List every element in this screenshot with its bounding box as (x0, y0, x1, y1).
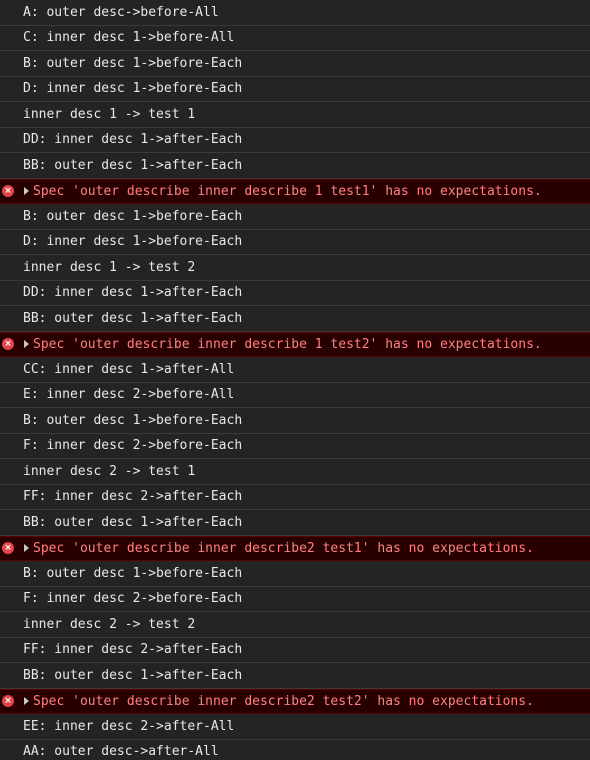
log-message-text: FF: inner desc 2->after-Each (23, 642, 243, 658)
console-log-message: BB: outer desc 1->after-Each (0, 663, 590, 689)
console-log-message: DD: inner desc 1->after-Each (0, 128, 590, 153)
expand-triangle-icon[interactable] (24, 187, 29, 196)
console-error-message[interactable]: × Spec 'outer describe inner describe 1 t… (0, 331, 590, 357)
log-message-text: inner desc 1 -> test 1 (23, 106, 196, 122)
console-log-message: inner desc 1 -> test 2 (0, 255, 590, 281)
console-log-message: inner desc 1 -> test 1 (0, 102, 590, 128)
console-log-message: A: outer desc->before-All (0, 0, 590, 26)
log-message-text: BB: outer desc 1->after-Each (23, 310, 243, 326)
console-log-message: BB: outer desc 1->after-Each (0, 153, 590, 179)
log-message-text: CC: inner desc 1->after-All (23, 361, 235, 377)
console-log-message: E: inner desc 2->before-All (0, 383, 590, 408)
error-circle-icon: × (2, 695, 14, 708)
log-message-text: C: inner desc 1->before-All (23, 30, 235, 46)
log-message-text: inner desc 1 -> test 2 (23, 259, 196, 275)
console-log-message: FF: inner desc 2->after-Each (0, 638, 590, 663)
console-log-message: D: inner desc 1->before-Each (0, 77, 590, 102)
log-message-text: A: outer desc->before-All (23, 4, 219, 20)
log-message-text: inner desc 2 -> test 1 (23, 463, 196, 479)
console-log-message: B: outer desc 1->before-Each (0, 408, 590, 434)
console-error-message[interactable]: × Spec 'outer describe inner describe2 te… (0, 688, 590, 714)
log-message-text: F: inner desc 2->before-Each (23, 591, 243, 607)
console-log-message: inner desc 2 -> test 2 (0, 612, 590, 638)
log-message-text: BB: outer desc 1->after-Each (23, 514, 243, 530)
error-message-text: Spec 'outer describe inner describe 1 te… (33, 336, 542, 352)
console-log-message: D: inner desc 1->before-Each (0, 230, 590, 255)
log-message-text: D: inner desc 1->before-Each (23, 81, 243, 97)
log-message-text: F: inner desc 2->before-Each (23, 438, 243, 454)
log-message-text: EE: inner desc 2->after-All (23, 718, 235, 734)
console-log-message: FF: inner desc 2->after-Each (0, 485, 590, 510)
console-log-message: C: inner desc 1->before-All (0, 26, 590, 51)
console-log-message: inner desc 2 -> test 1 (0, 459, 590, 485)
error-message-text: Spec 'outer describe inner describe2 tes… (33, 693, 534, 709)
console-panel: A: outer desc->before-All C: inner desc 1… (0, 0, 590, 760)
log-message-text: AA: outer desc->after-All (23, 744, 219, 760)
console-log-message: BB: outer desc 1->after-Each (0, 306, 590, 332)
console-log-message: AA: outer desc->after-All (0, 740, 590, 760)
error-message-text: Spec 'outer describe inner describe 1 te… (33, 183, 542, 199)
log-message-text: DD: inner desc 1->after-Each (23, 285, 243, 301)
error-circle-icon: × (2, 542, 14, 555)
console-error-message[interactable]: × Spec 'outer describe inner describe 1 t… (0, 178, 590, 204)
console-log-message: CC: inner desc 1->after-All (0, 357, 590, 383)
expand-triangle-icon[interactable] (24, 697, 29, 706)
log-message-text: DD: inner desc 1->after-Each (23, 132, 243, 148)
log-message-text: B: outer desc 1->before-Each (23, 412, 243, 428)
error-message-text: Spec 'outer describe inner describe2 tes… (33, 540, 534, 556)
expand-triangle-icon[interactable] (24, 340, 29, 349)
console-log-message: EE: inner desc 2->after-All (0, 714, 590, 740)
console-log-message: F: inner desc 2->before-Each (0, 434, 590, 459)
console-log-message: DD: inner desc 1->after-Each (0, 281, 590, 306)
log-message-text: inner desc 2 -> test 2 (23, 616, 196, 632)
console-log-message: B: outer desc 1->before-Each (0, 204, 590, 230)
error-circle-icon: × (2, 185, 14, 198)
console-log-message: B: outer desc 1->before-Each (0, 561, 590, 587)
console-error-message[interactable]: × Spec 'outer describe inner describe2 te… (0, 535, 590, 561)
console-log-message: B: outer desc 1->before-Each (0, 51, 590, 77)
log-message-text: E: inner desc 2->before-All (23, 387, 235, 403)
log-message-text: B: outer desc 1->before-Each (23, 208, 243, 224)
log-message-text: B: outer desc 1->before-Each (23, 565, 243, 581)
error-circle-icon: × (2, 338, 14, 351)
log-message-text: FF: inner desc 2->after-Each (23, 489, 243, 505)
console-log-message: BB: outer desc 1->after-Each (0, 510, 590, 536)
expand-triangle-icon[interactable] (24, 544, 29, 553)
log-message-text: BB: outer desc 1->after-Each (23, 157, 243, 173)
console-log-message: F: inner desc 2->before-Each (0, 587, 590, 612)
log-message-text: B: outer desc 1->before-Each (23, 55, 243, 71)
log-message-text: BB: outer desc 1->after-Each (23, 667, 243, 683)
log-message-text: D: inner desc 1->before-Each (23, 234, 243, 250)
